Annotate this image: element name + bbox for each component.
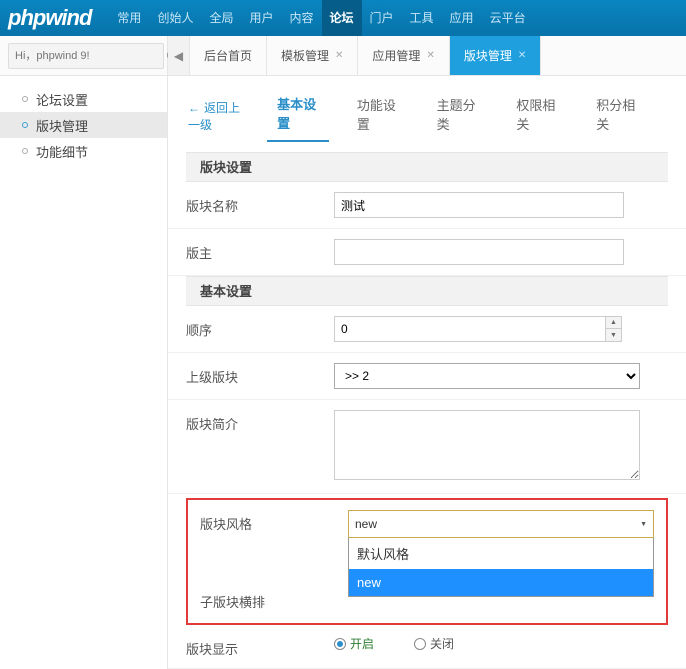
- topnav-item[interactable]: 工具: [402, 0, 442, 36]
- sidebar-item-label: 功能细节: [36, 142, 88, 161]
- close-icon[interactable]: ✕: [335, 50, 343, 61]
- tab-label: 后台首页: [204, 47, 252, 64]
- subnav-basic[interactable]: 基本设置: [267, 90, 329, 142]
- spin-down-icon[interactable]: ▼: [606, 329, 621, 341]
- tab-app[interactable]: 应用管理 ✕: [358, 36, 449, 75]
- topnav-item[interactable]: 全局: [201, 0, 241, 36]
- style-option[interactable]: new: [349, 569, 653, 596]
- subnav-permission[interactable]: 权限相关: [506, 91, 568, 141]
- sidebar-item-forum-settings[interactable]: 论坛设置: [0, 86, 167, 112]
- topnav-item[interactable]: 内容: [281, 0, 321, 36]
- number-spinner[interactable]: ▲▼: [606, 316, 622, 342]
- label-owner: 版主: [186, 239, 334, 262]
- radio-icon: [334, 638, 346, 650]
- topnav-item[interactable]: 云平台: [482, 0, 534, 36]
- style-highlight-box: 版块风格 new ▼ 默认风格 new 子版块横排: [186, 498, 668, 625]
- label-childlayout: 子版块横排: [200, 588, 348, 611]
- topnav-item[interactable]: 创始人: [149, 0, 201, 36]
- back-link[interactable]: 返回上一级: [188, 99, 249, 133]
- section-basic-settings: 基本设置: [186, 276, 668, 306]
- logo: phpwind: [8, 5, 91, 31]
- tabs-scroll-left-icon[interactable]: ◀: [168, 36, 190, 75]
- label-forum-name: 版块名称: [186, 192, 334, 215]
- label-parent: 上级版块: [186, 363, 334, 386]
- subnav-topic[interactable]: 主题分类: [427, 91, 489, 141]
- label-desc: 版块简介: [186, 410, 334, 433]
- bullet-icon: [22, 122, 28, 128]
- bullet-icon: [22, 148, 28, 154]
- label-order: 顺序: [186, 316, 334, 339]
- style-dropdown-list: 默认风格 new: [348, 538, 654, 597]
- topnav-item[interactable]: 门户: [362, 0, 402, 36]
- sidebar-item-function-detail[interactable]: 功能细节: [0, 138, 167, 164]
- search-input[interactable]: [8, 43, 164, 69]
- spin-up-icon[interactable]: ▲: [606, 317, 621, 329]
- topnav-item[interactable]: 应用: [442, 0, 482, 36]
- tab-home[interactable]: 后台首页: [190, 36, 267, 75]
- label-style: 版块风格: [200, 510, 348, 533]
- sidebar-item-label: 论坛设置: [36, 90, 88, 109]
- topnav-item[interactable]: 常用: [109, 0, 149, 36]
- parent-select[interactable]: >> 2: [334, 363, 640, 389]
- subnav-points[interactable]: 积分相关: [586, 91, 648, 141]
- label-display: 版块显示: [186, 635, 334, 658]
- radio-label: 关闭: [430, 635, 454, 652]
- style-option[interactable]: 默认风格: [349, 538, 653, 569]
- subnav-function[interactable]: 功能设置: [347, 91, 409, 141]
- display-off-radio[interactable]: 关闭: [414, 635, 454, 652]
- close-icon[interactable]: ✕: [518, 50, 526, 61]
- section-forum-settings: 版块设置: [186, 152, 668, 182]
- desc-textarea[interactable]: [334, 410, 640, 480]
- owner-input[interactable]: [334, 239, 624, 265]
- display-on-radio[interactable]: 开启: [334, 635, 374, 652]
- forum-name-input[interactable]: [334, 192, 624, 218]
- tab-template[interactable]: 模板管理 ✕: [267, 36, 358, 75]
- order-input[interactable]: [334, 316, 606, 342]
- sidebar-item-label: 版块管理: [36, 116, 88, 135]
- sidebar-item-forum-manage[interactable]: 版块管理: [0, 112, 167, 138]
- topnav-item[interactable]: 论坛: [322, 0, 362, 36]
- style-select[interactable]: new ▼: [348, 510, 654, 538]
- radio-icon: [414, 638, 426, 650]
- radio-label: 开启: [350, 635, 374, 652]
- close-icon[interactable]: ✕: [426, 50, 434, 61]
- tab-label: 模板管理: [281, 47, 329, 64]
- chevron-down-icon: ▼: [640, 521, 647, 528]
- bullet-icon: [22, 96, 28, 102]
- tab-forum[interactable]: 版块管理 ✕: [450, 36, 541, 75]
- style-selected-value: new: [355, 517, 377, 531]
- topnav-item[interactable]: 用户: [241, 0, 281, 36]
- tab-label: 版块管理: [464, 47, 512, 64]
- tab-label: 应用管理: [372, 47, 420, 64]
